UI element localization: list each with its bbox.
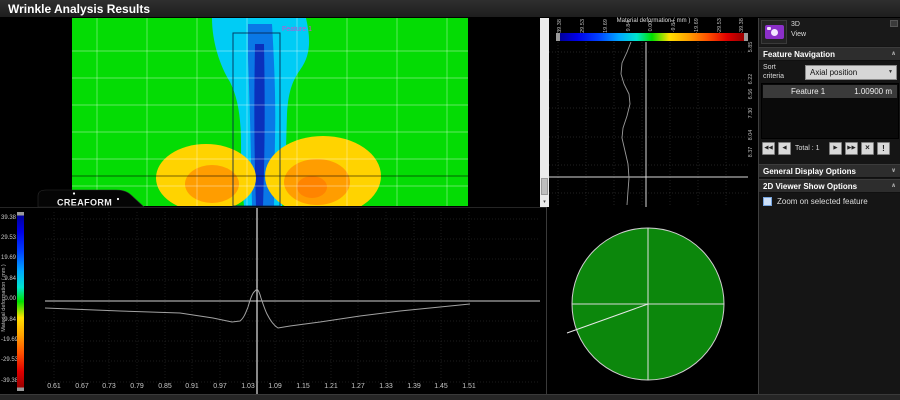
colorbar-tick: 29.53 [576, 19, 590, 33]
chevron-down-icon: ∨ [891, 165, 896, 178]
deformation-colorbar-horizontal [556, 33, 748, 41]
section-title: General Display Options [763, 167, 856, 176]
next-feature-button[interactable]: ▶ [829, 142, 842, 155]
map-viewer-panel: Feature 1 CREAFORM ▾ [0, 18, 549, 207]
axis-tick: 7.30 [744, 106, 758, 120]
scrollbar-thumb[interactable] [541, 178, 548, 195]
first-feature-button[interactable]: ◀◀ [762, 142, 775, 155]
tab-3d-view[interactable] [761, 20, 787, 44]
feature-info-button[interactable]: ! [877, 142, 890, 155]
circumferential-profile-plot[interactable] [0, 208, 546, 395]
x-tick: 0.85 [155, 383, 175, 390]
section-title: Feature Navigation [763, 50, 835, 59]
x-tick: 1.51 [459, 383, 479, 390]
map-feature-label: Feature 1 [282, 26, 312, 33]
view-tab-line2: View [791, 31, 806, 38]
feature-name: Feature 1 [791, 87, 825, 96]
x-tick: 1.03 [238, 383, 258, 390]
window-title: Wrinkle Analysis Results [8, 2, 150, 16]
sort-label-line2: criteria [763, 73, 784, 80]
zoom-on-feature-checkbox[interactable] [763, 197, 772, 206]
x-tick: 0.97 [210, 383, 230, 390]
x-tick: 0.79 [127, 383, 147, 390]
sort-criteria-dropdown[interactable]: Axial position ▼ [805, 65, 897, 80]
axis-tick: 8.04 [744, 128, 758, 142]
panel-collapse-button[interactable] [890, 20, 898, 27]
colorbar-tick: 0.00 [644, 19, 658, 33]
logo-text: CREAFORM [57, 198, 112, 208]
creaform-logo: CREAFORM [38, 190, 144, 207]
x-tick: 1.39 [404, 383, 424, 390]
control-panel: 3D View Feature Navigation ∧ Sort criter… [758, 18, 900, 394]
feature-position: 1.00900 m [854, 87, 892, 96]
last-feature-button[interactable]: ▶▶ [845, 142, 858, 155]
view-tab-line1: 3D [791, 21, 800, 28]
total-label: Total : 1 [795, 145, 827, 152]
chevron-up-icon: ∧ [891, 180, 896, 193]
wrinkle-analysis-window: Wrinkle Analysis Results [0, 0, 900, 400]
section-2d-viewer-show-options[interactable]: 2D Viewer Show Options ∧ [759, 179, 900, 193]
section-general-display-options[interactable]: General Display Options ∨ [759, 164, 900, 178]
x-tick: 1.21 [321, 383, 341, 390]
status-strip [0, 394, 900, 400]
colorbar-tick: -9.84 [667, 19, 681, 33]
previous-feature-button[interactable]: ◀ [778, 142, 791, 155]
deformation-heatmap[interactable]: Feature 1 CREAFORM [0, 18, 549, 207]
x-tick: 1.33 [376, 383, 396, 390]
zoom-on-feature-label: Zoom on selected feature [777, 197, 868, 206]
x-tick: 0.73 [99, 383, 119, 390]
colorbar-tick: -39.38 [735, 19, 749, 33]
colorbar-tick: -19.69 [690, 19, 704, 33]
dropdown-arrow-icon: ▼ [888, 69, 893, 75]
remove-feature-button[interactable]: × [861, 142, 874, 155]
colorbar-tick: 39.38 [553, 19, 567, 33]
section-feature-navigation[interactable]: Feature Navigation ∧ [759, 47, 900, 61]
colorbar-tick: 9.84 [622, 19, 636, 33]
view-toolbar: 3D View [759, 18, 900, 46]
feature-list: Feature 1 1.00900 m [761, 83, 899, 139]
axis-tick: 8.37 [744, 145, 758, 159]
x-tick: 0.61 [44, 383, 64, 390]
feature-list-row[interactable]: Feature 1 1.00900 m [763, 85, 897, 98]
colorbar-tick: -29.53 [713, 19, 727, 33]
axial-profile-curve [621, 42, 631, 205]
sort-label-line1: Sort [763, 64, 776, 71]
scroll-down-arrow-icon[interactable]: ▾ [540, 197, 549, 207]
section-title: 2D Viewer Show Options [763, 182, 857, 191]
colorbar-tick: 19.69 [599, 19, 613, 33]
axial-profile-plot[interactable] [549, 42, 758, 207]
map-vertical-scrollbar[interactable]: ▾ [540, 18, 549, 207]
3d-view-icon [765, 25, 784, 39]
x-tick: 1.15 [293, 383, 313, 390]
x-tick: 1.09 [265, 383, 285, 390]
x-tick: 0.91 [182, 383, 202, 390]
profile-viewer-panel: Material deformation ( mm ) 39.38 29.53 … [549, 18, 758, 207]
bottom-profile-panel: Material deformation ( mm ) 39.38 29.53 … [0, 207, 546, 394]
sort-criteria-value: Axial position [810, 68, 857, 77]
x-tick: 0.67 [72, 383, 92, 390]
axis-tick: 6.22 [744, 72, 758, 86]
chevron-up-icon: ∧ [891, 48, 896, 61]
x-tick: 1.27 [348, 383, 368, 390]
axis-tick: 5.85 [744, 40, 758, 54]
pipe-cross-section[interactable] [547, 207, 758, 394]
cross-section-panel [546, 207, 758, 394]
title-bar: Wrinkle Analysis Results [0, 0, 900, 18]
axis-tick: 6.56 [744, 87, 758, 101]
x-tick: 1.45 [431, 383, 451, 390]
